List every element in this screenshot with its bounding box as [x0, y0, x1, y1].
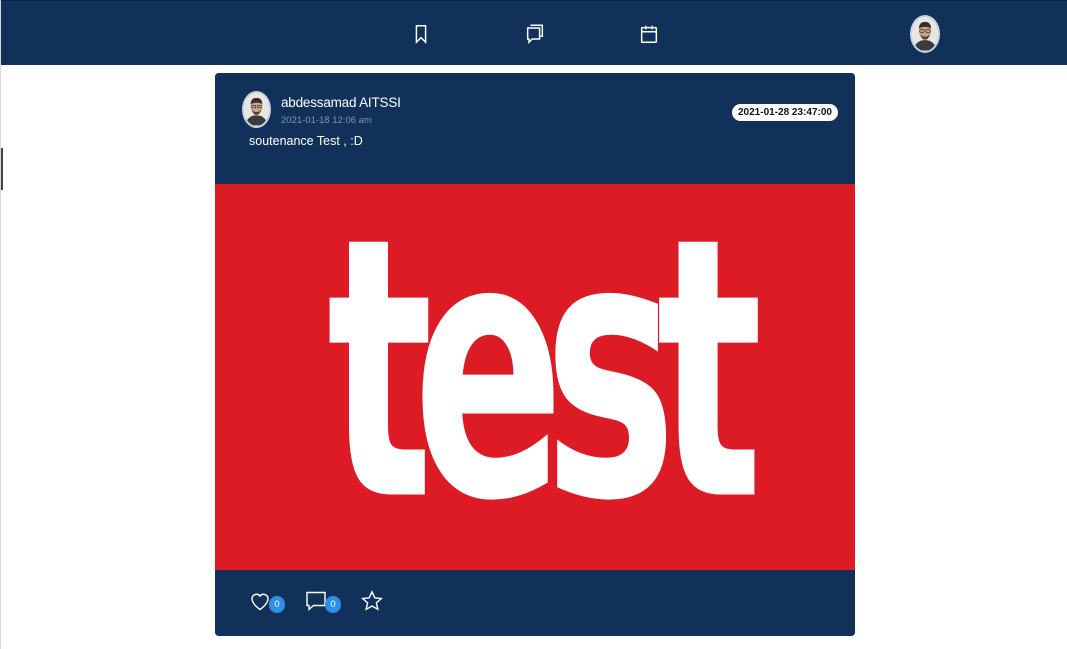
top-navbar [1, 0, 1067, 65]
post-image-wordmark: test [215, 184, 855, 570]
like-count-badge: 0 [269, 596, 285, 613]
post-timestamp: 2021-01-18 12:06 am [281, 115, 372, 126]
scroll-edge-marker [1, 148, 3, 190]
bookmark-icon[interactable] [408, 21, 434, 47]
author-avatar[interactable] [242, 91, 271, 128]
deadline-badge: 2021-01-28 23:47:00 [732, 104, 838, 121]
post-card: abdessamad AITSSI 2021-01-18 12:06 am so… [215, 73, 855, 636]
calendar-icon[interactable] [636, 21, 662, 47]
post-header: abdessamad AITSSI 2021-01-18 12:06 am so… [215, 73, 855, 184]
like-button[interactable]: 0 [248, 588, 285, 616]
favorite-button[interactable] [360, 588, 384, 616]
post-image-text: test [327, 184, 763, 570]
post-image[interactable]: test [215, 184, 855, 570]
star-icon [361, 590, 383, 611]
post-text: soutenance Test , :D [249, 134, 363, 148]
chat-icon[interactable] [522, 21, 548, 47]
post-actions: 0 0 [215, 570, 855, 636]
user-avatar[interactable] [910, 15, 940, 53]
author-name[interactable]: abdessamad AITSSI [281, 95, 401, 110]
page: abdessamad AITSSI 2021-01-18 12:06 am so… [0, 0, 1067, 649]
comment-count-badge: 0 [325, 596, 341, 613]
comment-button[interactable]: 0 [304, 588, 341, 616]
